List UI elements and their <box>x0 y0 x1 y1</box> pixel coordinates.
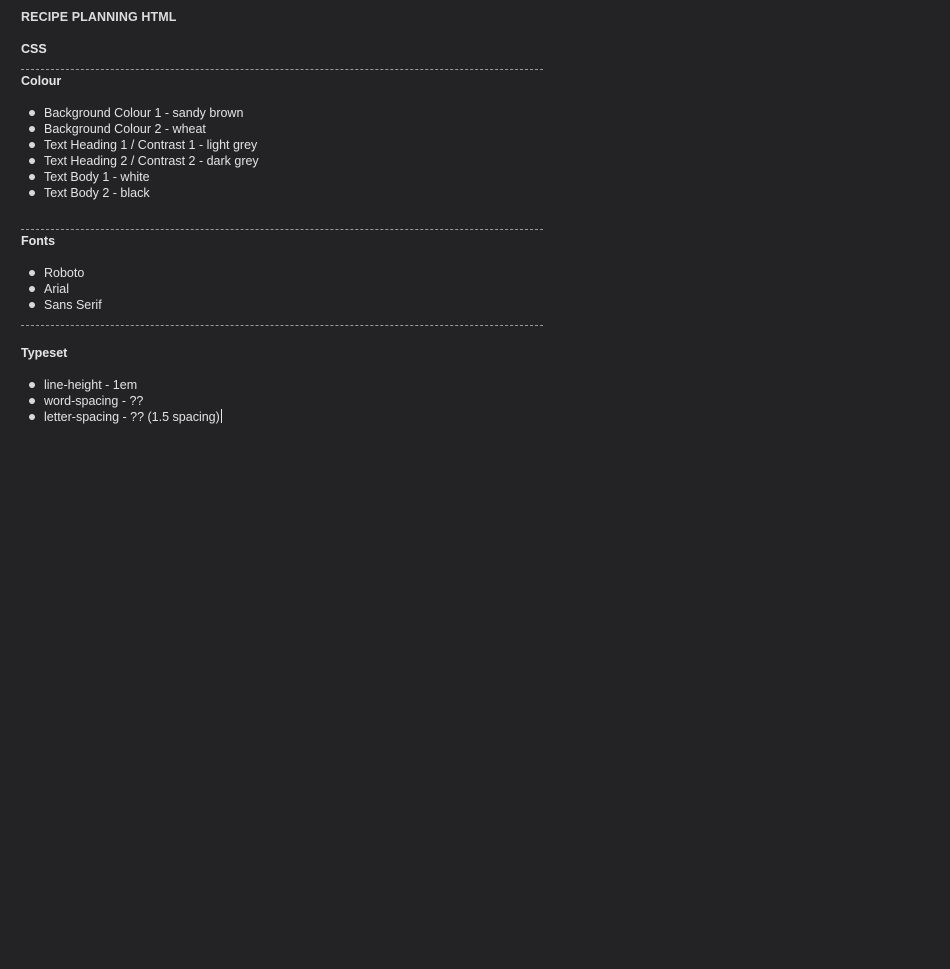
typeset-heading[interactable]: Typeset <box>21 345 929 361</box>
list-item[interactable]: Roboto <box>21 265 929 281</box>
colour-heading[interactable]: Colour <box>21 73 929 89</box>
list-item[interactable]: Background Colour 2 - wheat <box>21 121 929 137</box>
list-item[interactable]: word-spacing - ?? <box>21 393 929 409</box>
typeset-list: line-height - 1em word-spacing - ?? lett… <box>21 377 929 425</box>
list-item-text: letter-spacing - ?? (1.5 spacing) <box>44 410 220 424</box>
list-item-with-caret[interactable]: letter-spacing - ?? (1.5 spacing) <box>21 409 929 425</box>
text-cursor <box>220 409 222 423</box>
note-title[interactable]: RECIPE PLANNING HTML <box>21 9 929 25</box>
colour-list: Background Colour 1 - sandy brown Backgr… <box>21 105 929 201</box>
list-item[interactable]: Text Heading 1 / Contrast 1 - light grey <box>21 137 929 153</box>
list-item[interactable]: Text Body 2 - black <box>21 185 929 201</box>
fonts-list: Roboto Arial Sans Serif <box>21 265 929 313</box>
list-item[interactable]: Arial <box>21 281 929 297</box>
fonts-heading[interactable]: Fonts <box>21 233 929 249</box>
list-item[interactable]: Text Heading 2 / Contrast 2 - dark grey <box>21 153 929 169</box>
list-item[interactable]: Text Body 1 - white <box>21 169 929 185</box>
note-editor[interactable]: RECIPE PLANNING HTML CSS Colour Backgrou… <box>0 0 950 969</box>
list-item[interactable]: Background Colour 1 - sandy brown <box>21 105 929 121</box>
css-heading[interactable]: CSS <box>21 41 929 57</box>
list-item[interactable]: Sans Serif <box>21 297 929 313</box>
list-item[interactable]: line-height - 1em <box>21 377 929 393</box>
